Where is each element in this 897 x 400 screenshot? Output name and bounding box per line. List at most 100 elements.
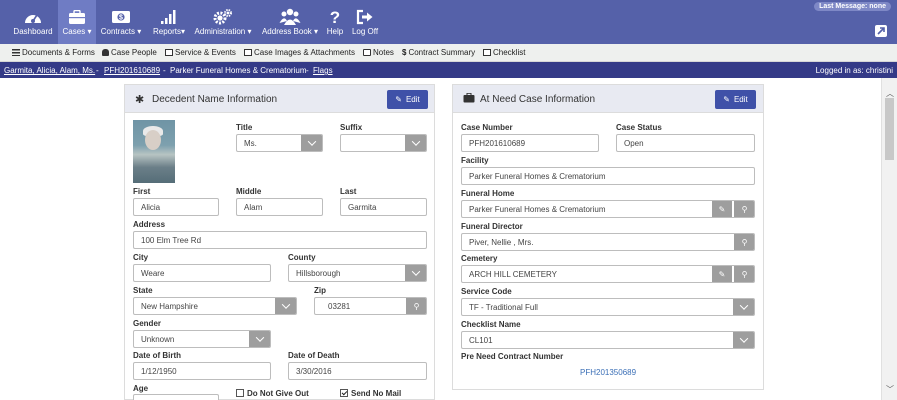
pencil-icon[interactable]: ✎ — [712, 201, 733, 217]
case-status-field[interactable]: Open — [616, 134, 755, 152]
scroll-down-icon[interactable]: ﹀ — [886, 384, 894, 395]
case-sub-navigation: Documents & Forms Case People Service & … — [0, 44, 897, 62]
do-not-give-out-checkbox[interactable] — [236, 389, 244, 397]
notes-icon — [363, 49, 371, 56]
nav-address-book[interactable]: Address Book ▾ — [259, 0, 321, 44]
nav-cases-caret: ▾ — [87, 27, 92, 36]
subnav-case-images[interactable]: Case Images & Attachments — [244, 48, 355, 57]
calendar-icon — [165, 49, 173, 56]
nav-cases[interactable]: Cases ▾ — [58, 0, 96, 44]
scroll-thumb[interactable] — [885, 98, 894, 160]
facility-field[interactable]: Parker Funeral Homes & Crematorium — [461, 167, 755, 185]
search-icon[interactable]: ⚲ — [734, 234, 754, 250]
subnav-checklist[interactable]: Checklist — [483, 48, 525, 57]
decedent-edit-button[interactable]: ✎ Edit — [387, 90, 428, 109]
send-no-mail-checkbox[interactable] — [340, 389, 348, 397]
dod-value: 3/30/2016 — [296, 366, 332, 376]
zip-value: 03281 — [328, 301, 351, 311]
subnav-notes-label: Notes — [373, 48, 394, 57]
title-select[interactable]: Ms. — [236, 134, 323, 152]
nav-dashboard[interactable]: Dashboard — [10, 0, 56, 44]
last-name-label: Last — [340, 187, 357, 196]
subnav-contract-summary[interactable]: $ Contract Summary — [402, 48, 475, 57]
breadcrumb-separator: - — [163, 66, 166, 75]
checklist-icon — [483, 49, 491, 56]
zip-field[interactable]: 03281 ⚲ — [314, 297, 427, 315]
nav-contracts[interactable]: $ Contracts ▾ — [98, 0, 144, 44]
briefcase-icon — [463, 92, 475, 106]
subnav-notes[interactable]: Notes — [363, 48, 394, 57]
service-code-select[interactable]: TF - Traditional Full — [461, 298, 755, 316]
facility-value: Parker Funeral Homes & Crematorium — [469, 171, 606, 181]
state-label: State — [133, 286, 153, 295]
funeral-home-label: Funeral Home — [461, 189, 515, 198]
users-icon — [259, 7, 321, 27]
subnav-documents-forms[interactable]: Documents & Forms — [12, 48, 95, 57]
address-value: 100 Elm Tree Rd — [141, 235, 202, 245]
search-icon[interactable]: ⚲ — [406, 298, 426, 314]
nav-reports-caret: ▾ — [181, 27, 186, 36]
preneed-contract-link[interactable]: PFH201350689 — [580, 368, 636, 377]
city-value: Weare — [141, 268, 165, 278]
chevron-down-icon[interactable] — [405, 135, 426, 151]
funeral-director-field[interactable]: Piver, Nellie , Mrs. ⚲ — [461, 233, 755, 251]
subnav-case-people[interactable]: Case People — [102, 48, 157, 57]
case-number-field[interactable]: PFH201610689 — [461, 134, 599, 152]
send-no-mail-label: Send No Mail — [351, 389, 402, 398]
at-need-edit-button[interactable]: ✎ Edit — [715, 90, 756, 109]
case-status-label: Case Status — [616, 123, 662, 132]
breadcrumb-flags-link[interactable]: Flags — [313, 66, 333, 75]
address-field[interactable]: 100 Elm Tree Rd — [133, 231, 427, 249]
chevron-down-icon[interactable] — [733, 332, 754, 348]
last-name-field[interactable]: Garmita — [340, 198, 427, 216]
funeral-home-field[interactable]: Parker Funeral Homes & Crematorium ✎ ⚲ — [461, 200, 755, 218]
expand-icon[interactable] — [875, 25, 887, 37]
nav-log-off-label: Log Off — [351, 27, 379, 36]
state-select[interactable]: New Hampshire — [133, 297, 297, 315]
panel-title: At Need Case Information — [480, 94, 596, 105]
dashboard-icon — [10, 7, 56, 27]
subnav-service-events[interactable]: Service & Events — [165, 48, 236, 57]
first-name-field[interactable]: Alicia — [133, 198, 219, 216]
subnav-case-people-label: Case People — [111, 48, 157, 57]
nav-address-book-caret: ▾ — [314, 27, 319, 36]
pencil-icon[interactable]: ✎ — [712, 266, 733, 282]
subnav-documents-forms-label: Documents & Forms — [22, 48, 95, 57]
vertical-scrollbar[interactable]: ︿ ﹀ — [881, 78, 897, 400]
checklist-name-select[interactable]: CL101 — [461, 331, 755, 349]
cemetery-field[interactable]: ARCH HILL CEMETERY ✎ ⚲ — [461, 265, 755, 283]
age-label: Age — [133, 384, 149, 393]
edit-button-label: Edit — [733, 95, 748, 104]
search-icon[interactable]: ⚲ — [734, 201, 754, 217]
breadcrumb-case-link[interactable]: PFH201610689 — [104, 66, 160, 75]
nav-help-label: Help — [326, 27, 344, 36]
search-icon[interactable]: ⚲ — [734, 266, 754, 282]
dod-field[interactable]: 3/30/2016 — [288, 362, 427, 380]
nav-administration[interactable]: Administration ▾ — [193, 0, 253, 44]
breadcrumb-person-link[interactable]: Garmita, Alicia, Alam, Ms. — [4, 66, 95, 75]
dob-field[interactable]: 1/12/1950 — [133, 362, 271, 380]
nav-reports[interactable]: Reports▾ — [148, 0, 190, 44]
decedent-photo[interactable] — [133, 120, 175, 183]
nav-help[interactable]: ? Help — [323, 0, 347, 44]
chevron-down-icon[interactable] — [405, 265, 426, 281]
dod-label: Date of Death — [288, 351, 340, 360]
asterisk-icon: ✱ — [135, 94, 145, 106]
panel-header: ✱ Decedent Name Information ✎ Edit — [125, 85, 434, 113]
age-field[interactable] — [133, 394, 219, 400]
last-message-badge[interactable]: Last Message: none — [814, 2, 891, 11]
chevron-down-icon[interactable] — [301, 135, 322, 151]
suffix-select[interactable] — [340, 134, 427, 152]
nav-log-off[interactable]: Log Off — [350, 0, 380, 44]
chevron-down-icon[interactable] — [249, 331, 270, 347]
first-name-label: First — [133, 187, 151, 196]
middle-name-field[interactable]: Alam — [236, 198, 323, 216]
chevron-down-icon[interactable] — [275, 298, 296, 314]
title-value: Ms. — [244, 138, 257, 148]
county-select[interactable]: Hillsborough — [288, 264, 427, 282]
city-field[interactable]: Weare — [133, 264, 271, 282]
gender-select[interactable]: Unknown — [133, 330, 271, 348]
dollar-bill-icon: $ — [98, 7, 144, 27]
cemetery-value: ARCH HILL CEMETERY — [469, 269, 558, 279]
chevron-down-icon[interactable] — [733, 299, 754, 315]
